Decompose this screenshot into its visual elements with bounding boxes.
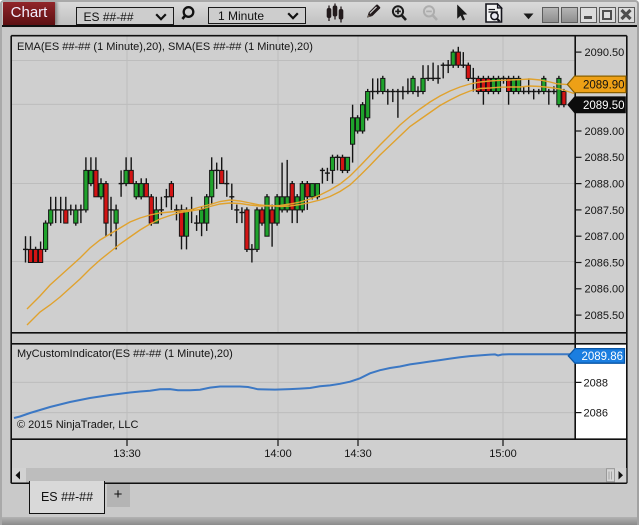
svg-text:© 2015 NinjaTrader, LLC: © 2015 NinjaTrader, LLC	[17, 419, 138, 431]
svg-text:2088.00: 2088.00	[585, 179, 625, 191]
svg-text:13:30: 13:30	[113, 448, 141, 460]
svg-text:15:00: 15:00	[489, 448, 517, 460]
svg-text:2088.50: 2088.50	[585, 152, 625, 164]
svg-text:2089.50: 2089.50	[583, 100, 625, 112]
svg-text:EMA(ES ##-## (1 Minute),20), S: EMA(ES ##-## (1 Minute),20), SMA(ES ##-#…	[17, 41, 313, 53]
svg-text:2086.00: 2086.00	[585, 284, 625, 296]
svg-text:2087.00: 2087.00	[585, 231, 625, 243]
svg-text:2086.50: 2086.50	[585, 257, 625, 269]
svg-text:2087.50: 2087.50	[585, 205, 625, 217]
svg-text:2088: 2088	[584, 377, 608, 389]
svg-text:2085.50: 2085.50	[585, 310, 625, 322]
svg-text:14:30: 14:30	[344, 448, 372, 460]
svg-text:2089.00: 2089.00	[585, 126, 625, 138]
svg-text:MyCustomIndicator(ES ##-## (1: MyCustomIndicator(ES ##-## (1 Minute),20…	[17, 348, 233, 360]
svg-text:2090.50: 2090.50	[585, 47, 625, 59]
svg-text:2089.90: 2089.90	[583, 79, 625, 91]
svg-text:2086: 2086	[584, 408, 608, 420]
svg-text:14:00: 14:00	[264, 448, 292, 460]
svg-text:2089.86: 2089.86	[582, 351, 624, 363]
